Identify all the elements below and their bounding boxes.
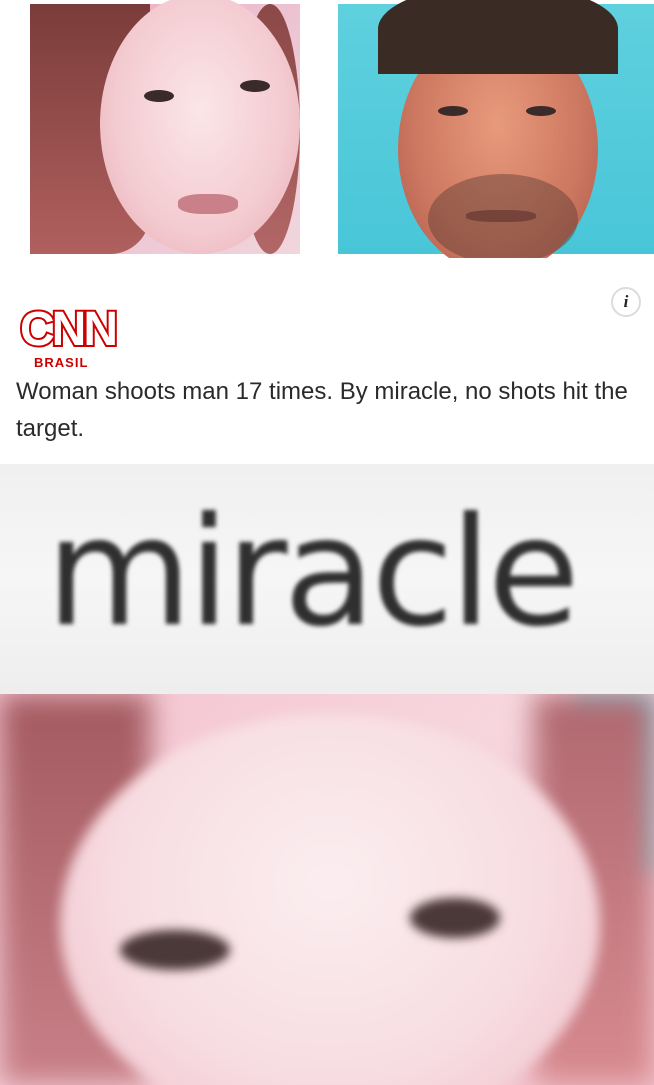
man-beard [428,174,578,258]
news-headline: Woman shoots man 17 times. By miracle, n… [16,378,628,442]
woman-left-eye [144,90,174,102]
woman-photo [30,0,300,254]
info-icon[interactable]: i [611,287,641,317]
cnn-wordmark: CNN [18,301,120,358]
man-hair [378,0,618,74]
cnn-subtitle: BRASIL [34,355,89,370]
man-left-eye [438,106,468,116]
woman-right-eye [240,80,270,92]
zoomed-word: miracle [46,486,580,660]
closeup-left-eye [120,930,230,970]
man-photo [338,0,654,258]
eyes-closeup-photo [0,694,654,1085]
man-right-eye [526,106,556,116]
woman-mouth [178,194,238,214]
cnn-brasil-logo: CNN BRASIL [18,301,124,370]
mugshot-photos [0,0,654,258]
woman-face [100,0,300,254]
closeup-right-eye [410,898,500,938]
